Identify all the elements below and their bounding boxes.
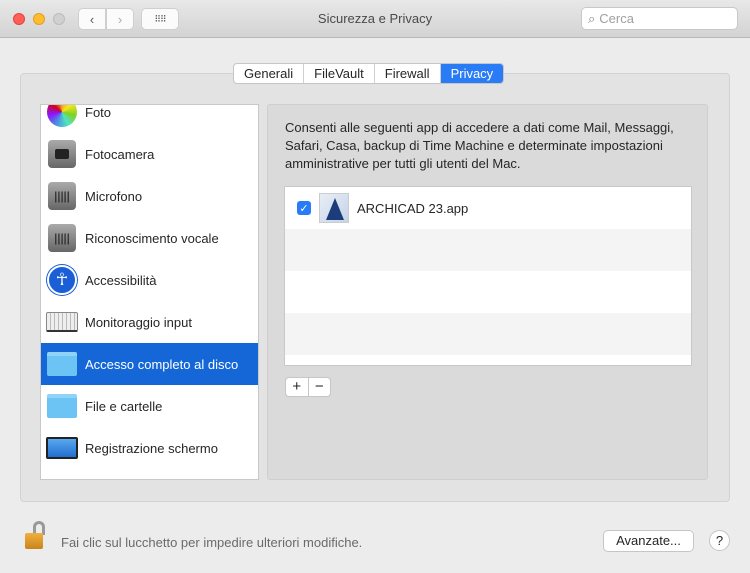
sidebar-item-monitoraggio-input[interactable]: Monitoraggio input bbox=[41, 301, 258, 343]
sidebar-item-label: Monitoraggio input bbox=[85, 314, 192, 330]
table-row bbox=[285, 229, 691, 271]
app-checkbox[interactable]: ✓ bbox=[297, 201, 311, 215]
lock-hint: Fai clic sul lucchetto per impedire ulte… bbox=[61, 535, 363, 550]
checkmark-icon: ✓ bbox=[299, 202, 309, 215]
sidebar-item-accesso-completo-al-disco[interactable]: Accesso completo al disco bbox=[41, 343, 258, 385]
accessibility-icon: ☥ bbox=[46, 264, 78, 296]
sidebar-item-file-e-cartelle[interactable]: File e cartelle bbox=[41, 385, 258, 427]
advanced-button[interactable]: Avanzate... bbox=[603, 530, 694, 552]
tab-firewall[interactable]: Firewall bbox=[375, 64, 441, 83]
folder-icon bbox=[46, 390, 78, 422]
sidebar-item-accessibilita[interactable]: ☥ Accessibilità bbox=[41, 259, 258, 301]
sidebar-item-label: File e cartelle bbox=[85, 398, 163, 414]
keyboard-icon bbox=[46, 306, 78, 338]
tab-privacy[interactable]: Privacy bbox=[440, 64, 504, 83]
search-icon: ⌕ bbox=[588, 10, 596, 26]
remove-button[interactable]: − bbox=[309, 378, 331, 396]
display-icon bbox=[46, 432, 78, 464]
sidebar-item-label: Riconoscimento vocale bbox=[85, 230, 219, 246]
lock-icon[interactable] bbox=[25, 521, 47, 551]
privacy-category-list[interactable]: Foto Fotocamera ||||| Microfono ||||| Rico… bbox=[40, 104, 259, 480]
panel-description: Consenti alle seguenti app di accedere a… bbox=[285, 120, 674, 171]
sidebar-item-fotocamera[interactable]: Fotocamera bbox=[41, 133, 258, 175]
table-row bbox=[285, 313, 691, 355]
tab-generali[interactable]: Generali bbox=[234, 64, 305, 83]
sidebar-item-microfono[interactable]: ||||| Microfono bbox=[41, 175, 258, 217]
table-row[interactable]: ✓ ARCHICAD 23.app bbox=[285, 187, 691, 229]
sidebar-item-foto[interactable]: Foto bbox=[41, 104, 258, 133]
sidebar-item-riconoscimento-vocale[interactable]: ||||| Riconoscimento vocale bbox=[41, 217, 258, 259]
app-name: ARCHICAD 23.app bbox=[357, 200, 469, 216]
sidebar-item-label: Registrazione schermo bbox=[85, 440, 218, 456]
sidebar-item-label: Microfono bbox=[85, 188, 143, 204]
title-bar: ‹ › ⠿⠿ Sicurezza e Privacy ⌕ Cerca bbox=[0, 0, 750, 38]
sidebar-item-registrazione-schermo[interactable]: Registrazione schermo bbox=[41, 427, 258, 469]
search-placeholder: Cerca bbox=[599, 11, 634, 26]
camera-icon bbox=[46, 138, 78, 170]
sidebar-item-label: Accessibilità bbox=[85, 272, 157, 288]
sidebar-item-label: Foto bbox=[85, 104, 112, 120]
app-list[interactable]: ✓ ARCHICAD 23.app bbox=[284, 186, 692, 366]
archicad-app-icon bbox=[319, 193, 349, 223]
sidebar-item-label: Fotocamera bbox=[85, 146, 155, 162]
help-button[interactable]: ? bbox=[709, 530, 730, 551]
add-button[interactable]: + bbox=[286, 378, 309, 396]
table-row bbox=[285, 271, 691, 313]
microphone-icon: ||||| bbox=[46, 180, 78, 212]
add-remove-control: + − bbox=[285, 377, 331, 397]
tab-filevault[interactable]: FileVault bbox=[304, 64, 375, 83]
photos-icon bbox=[46, 105, 78, 128]
sidebar-item-label: Accesso completo al disco bbox=[85, 356, 239, 372]
tab-bar: Generali FileVault Firewall Privacy bbox=[233, 63, 505, 84]
folder-icon bbox=[46, 348, 78, 380]
search-field[interactable]: ⌕ Cerca bbox=[581, 7, 738, 30]
speech-recognition-icon: ||||| bbox=[46, 222, 78, 254]
